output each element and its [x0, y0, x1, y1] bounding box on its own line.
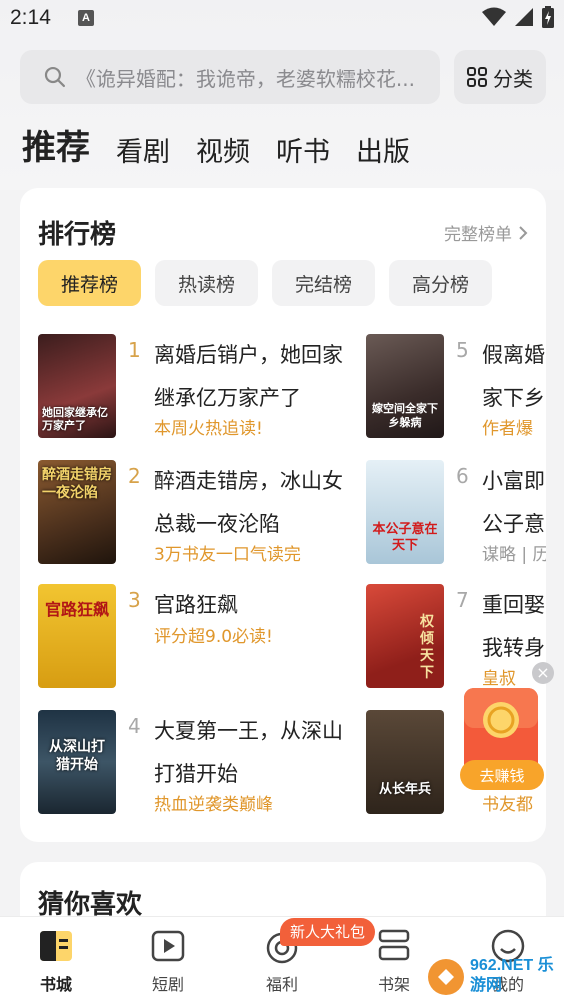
- earn-money-label: 去赚钱: [479, 767, 525, 785]
- cover-title: 从深山打猎开始: [49, 739, 105, 773]
- nav-label: 福利: [265, 975, 298, 994]
- book-item[interactable]: 从深山打猎开始 4 大夏第一王，从深山打猎开始 热血逆袭类巅峰: [38, 710, 368, 818]
- chevron-right-icon: [519, 225, 528, 240]
- full-list-link[interactable]: 完整榜单: [444, 220, 528, 245]
- watermark-text: 962.NET 乐游网: [470, 957, 554, 994]
- site-watermark: 962.NET 乐游网: [424, 950, 564, 1004]
- book-title: 重回娶我转身: [482, 593, 545, 660]
- status-icons: [482, 6, 554, 28]
- newbie-gift-badge[interactable]: 新人大礼包: [280, 918, 376, 946]
- top-tabs: 推荐 看剧 视频 听书 出版: [22, 120, 410, 169]
- tab-publish[interactable]: 出版: [356, 130, 410, 169]
- search-bar[interactable]: 《诡异婚配：我诡帝，老婆软糯校花...: [20, 50, 440, 104]
- full-list-label: 完整榜单: [444, 225, 512, 245]
- book-cover: 醉酒走错房 一夜沦陷: [38, 460, 116, 564]
- nav-label: 书城: [39, 975, 72, 994]
- ranking-tab-top-rated[interactable]: 高分榜: [389, 260, 492, 306]
- status-time: 2:14: [10, 6, 51, 29]
- book-title: 官路狂飙: [154, 593, 238, 617]
- nav-bookstore[interactable]: 书城: [16, 927, 96, 995]
- book-item[interactable]: 醉酒走错房 一夜沦陷 2 醉酒走错房，冰山女总裁一夜沦陷 3万书友一口气读完: [38, 460, 368, 568]
- cover-title: 官路狂飙: [44, 600, 109, 619]
- book-description: 评分超9.0必读!: [154, 627, 273, 647]
- tab-recommend[interactable]: 推荐: [22, 120, 90, 169]
- book-item[interactable]: 本公子意在天下 6 小富即公子意 谋略 | 历: [366, 460, 546, 568]
- wifi-icon: [482, 7, 506, 26]
- tab-audiobook[interactable]: 听书: [276, 130, 330, 169]
- book-description: 3万书友一口气读完: [154, 545, 301, 565]
- nav-label: 短剧: [151, 975, 184, 994]
- close-icon[interactable]: ×: [532, 662, 554, 684]
- book-description: 谋略 | 历: [482, 545, 546, 565]
- book-rank: 5: [456, 338, 469, 362]
- tab-drama[interactable]: 看剧: [116, 130, 170, 169]
- book-rank: 3: [128, 588, 141, 612]
- book-cover: 她回家继承亿万家产了: [38, 334, 116, 438]
- book-title: 大夏第一王，从深山打猎开始: [154, 719, 343, 786]
- signal-icon: [515, 8, 533, 26]
- book-cover: 嫁空间全家下乡躲病: [366, 334, 444, 438]
- book-description: 本周火热追读!: [154, 419, 263, 439]
- nav-drama[interactable]: 短剧: [128, 927, 208, 995]
- bookshelf-icon: [378, 929, 410, 961]
- book-item[interactable]: 嫁空间全家下乡躲病 5 假离婚家下乡 作者爆: [366, 334, 546, 442]
- battery-icon: [542, 6, 554, 28]
- book-rank: 4: [128, 714, 141, 738]
- book-rank: 6: [456, 464, 469, 488]
- cover-title: 她回家继承亿万家产了: [42, 406, 108, 432]
- play-icon: [151, 930, 185, 962]
- ranking-title: 排行榜: [38, 220, 117, 250]
- tab-video[interactable]: 视频: [196, 130, 250, 169]
- search-placeholder: 《诡异婚配：我诡帝，老婆软糯校花...: [75, 66, 415, 91]
- category-label: 分类: [493, 66, 533, 91]
- book-title: 离婚后销户，她回家继承亿万家产了: [154, 343, 343, 410]
- book-rank: 1: [128, 338, 141, 362]
- cover-title: 嫁空间全家下乡躲病: [372, 402, 438, 429]
- book-description: 热血逆袭类巅峰: [154, 795, 273, 815]
- status-bar: 2:14 A: [0, 0, 564, 36]
- book-item[interactable]: 她回家继承亿万家产了 1 离婚后销户，她回家继承亿万家产了 本周火热追读!: [38, 334, 368, 442]
- cover-title: 从长年兵: [378, 782, 431, 797]
- book-item[interactable]: 权倾天下 7 重回娶我转身 皇叔: [366, 584, 546, 692]
- book-title: 醉酒走错房，冰山女总裁一夜沦陷: [154, 469, 343, 536]
- book-cover: 本公子意在天下: [366, 460, 444, 564]
- grid-icon: [467, 67, 487, 87]
- search-icon: [44, 66, 65, 88]
- ranking-tab-recommend[interactable]: 推荐榜: [38, 260, 141, 306]
- ranking-tab-hot[interactable]: 热读榜: [155, 260, 258, 306]
- category-button[interactable]: 分类: [454, 50, 546, 104]
- earn-money-float[interactable]: 去赚钱 ×: [460, 662, 554, 794]
- nav-label: 书架: [377, 975, 410, 994]
- book-rank: 7: [456, 588, 469, 612]
- book-title: 假离婚家下乡: [482, 343, 545, 410]
- ranking-tabs: 推荐榜 热读榜 完结榜 高分榜: [38, 260, 492, 306]
- book-cover: 从长年兵: [366, 710, 444, 814]
- book-item[interactable]: 官路狂飙 3 官路狂飙 评分超9.0必读!: [38, 584, 368, 692]
- cover-title: 醉酒走错房 一夜沦陷: [42, 467, 112, 501]
- book-cover: 权倾天下: [366, 584, 444, 688]
- book-description: 作者爆: [482, 419, 533, 439]
- book-cover: 官路狂飙: [38, 584, 116, 688]
- ranking-tab-finished[interactable]: 完结榜: [272, 260, 375, 306]
- book-icon: [40, 931, 72, 961]
- book-cover: 从深山打猎开始: [38, 710, 116, 814]
- cover-title: 本公子意在天下: [372, 522, 438, 553]
- app-notification-icon: A: [78, 10, 94, 26]
- book-title: 小富即公子意: [482, 469, 545, 536]
- book-rank: 2: [128, 464, 141, 488]
- cover-title: 权倾天下: [420, 614, 434, 681]
